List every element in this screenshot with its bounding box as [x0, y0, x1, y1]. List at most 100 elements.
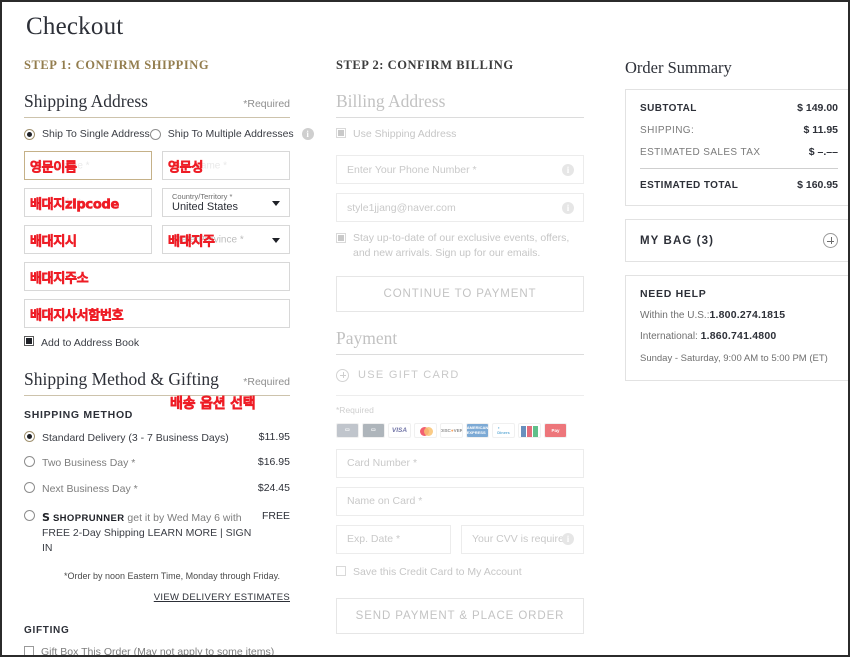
radio-ship-single[interactable]	[24, 128, 35, 140]
shipping-option-two-day[interactable]: Two Business Day * $16.95	[24, 456, 290, 471]
city-field[interactable]: City * 배대지시	[24, 225, 152, 254]
visa-icon: VISA	[388, 422, 411, 438]
state-select[interactable]: State/Province * 배대지주	[162, 225, 290, 254]
exp-date-field[interactable]: Exp. Date *	[336, 524, 451, 554]
country-value: United States	[172, 201, 239, 213]
shipping-method-annotation: 배송 옵션 선택	[170, 396, 256, 413]
zip-code-field[interactable]: Zip Code * 배대지zipcode	[24, 188, 152, 217]
phone-number-placeholder: Enter Your Phone Number *	[347, 163, 477, 176]
shipping-address-header: Shipping Address *Required	[24, 91, 290, 118]
chevron-down-icon	[272, 200, 280, 206]
first-name-field[interactable]: First Name * 영문이름	[24, 151, 152, 180]
need-help-intl-label: International:	[640, 331, 698, 342]
radio-next-business-day[interactable]	[24, 481, 35, 493]
checkbox-gift-box[interactable]	[24, 645, 34, 655]
shipping-option-standard[interactable]: Standard Delivery (3 - 7 Business Days) …	[24, 431, 290, 446]
shipping-option-two-day-label: Two Business Day *	[42, 457, 136, 470]
billing-column: STEP 2: CONFIRM BILLING Billing Address …	[336, 58, 584, 634]
first-name-annotation: 영문이름	[30, 160, 78, 176]
cvv-field[interactable]: Your CVV is required i	[461, 524, 584, 554]
subtotal-label: SUBTOTAL	[640, 103, 697, 114]
my-bag-label: MY BAG (3)	[640, 234, 715, 247]
country-select[interactable]: Country/Territory * United States	[162, 188, 290, 217]
gift-box-label: Gift Box This Order (May not apply to so…	[41, 645, 275, 657]
billing-address-title: Billing Address	[336, 91, 446, 111]
email-value: style1jjang@naver.com	[347, 201, 456, 214]
shipping-option-shoprunner[interactable]: S SHOPRUNNER get it by Wed May 6 with FRE…	[24, 509, 290, 557]
cvv-placeholder: Your CVV is required	[472, 533, 570, 546]
shipping-label: SHIPPING:	[640, 125, 695, 136]
email-field[interactable]: style1jjang@naver.com i	[336, 193, 584, 223]
info-icon-phone[interactable]: i	[562, 163, 574, 176]
total-label: ESTIMATED TOTAL	[640, 180, 739, 191]
expand-plus-icon[interactable]	[823, 233, 838, 248]
subtotal-value: $ 149.00	[797, 102, 838, 114]
shipping-option-two-day-price: $16.95	[257, 456, 290, 469]
last-name-field[interactable]: Last Name * 영문성	[162, 151, 290, 180]
step-2-heading: STEP 2: CONFIRM BILLING	[336, 58, 514, 72]
gifting-heading: GIFTING	[24, 624, 70, 636]
save-card-row[interactable]: Save this Credit Card to My Account	[336, 565, 584, 580]
name-on-card-field[interactable]: Name on Card *	[336, 486, 584, 516]
shoprunner-text: get it by Wed May 6 with	[127, 511, 242, 524]
need-help-panel: NEED HELP Within the U.S.:1.800.274.1815…	[625, 275, 848, 382]
radio-ship-multiple[interactable]	[149, 128, 161, 140]
newsletter-line-2: and new arrivals. Sign up for our emails…	[353, 247, 541, 260]
continue-to-payment-button[interactable]: CONTINUE TO PAYMENT	[336, 275, 584, 312]
city-annotation: 배대지시	[30, 234, 78, 250]
phone-number-field[interactable]: Enter Your Phone Number * i	[336, 155, 584, 185]
jcb-icon	[518, 422, 541, 438]
summary-divider	[640, 168, 838, 169]
summary-row-total: ESTIMATED TOTAL $ 160.95	[640, 179, 838, 191]
mastercard-icon	[414, 422, 437, 438]
amex-icon: AMERICAN EXPRESS	[466, 422, 489, 438]
radio-standard-delivery[interactable]	[24, 431, 35, 443]
shoprunner-price: FREE	[261, 509, 290, 522]
shipping-address-title: Shipping Address	[24, 91, 148, 111]
store-card-icon: ▭	[336, 422, 359, 438]
shipping-column: STEP 1: CONFIRM SHIPPING Shipping Addres…	[24, 58, 314, 657]
use-gift-card-row[interactable]: USE GIFT CARD	[336, 368, 584, 396]
checkbox-save-card[interactable]	[336, 565, 346, 576]
checkout-page: Checkout STEP 1: CONFIRM SHIPPING Shippi…	[0, 0, 850, 657]
card-number-placeholder: Card Number *	[347, 457, 418, 470]
radio-shoprunner[interactable]	[24, 509, 35, 521]
info-icon-email[interactable]: i	[562, 201, 574, 214]
need-help-us-label: Within the U.S.:	[640, 310, 710, 321]
shipping-method-header: Shipping Method & Gifting *Required	[24, 369, 290, 397]
use-shipping-address-label: Use Shipping Address	[353, 128, 457, 140]
total-value: $ 160.95	[797, 179, 838, 191]
newsletter-optin-row[interactable]: Stay up-to-date of our exclusive events,…	[336, 231, 584, 261]
checkout-columns: STEP 1: CONFIRM SHIPPING Shipping Addres…	[24, 58, 848, 657]
info-icon-cvv[interactable]: i	[562, 533, 574, 546]
checkbox-add-to-address-book[interactable]	[24, 336, 34, 346]
need-help-intl-phone[interactable]: 1.860.741.4800	[701, 330, 777, 342]
my-bag-panel[interactable]: MY BAG (3)	[625, 219, 848, 262]
gift-box-row[interactable]: Gift Box This Order (May not apply to so…	[24, 645, 290, 657]
radio-two-business-day[interactable]	[24, 456, 35, 468]
last-name-annotation: 영문성	[168, 160, 204, 176]
send-payment-button[interactable]: SEND PAYMENT & PLACE ORDER	[336, 597, 584, 634]
address-line1-field[interactable]: Address * 배대지주소	[24, 262, 290, 291]
use-gift-card-label: USE GIFT CARD	[358, 369, 460, 382]
checkbox-use-shipping-address[interactable]	[336, 128, 346, 138]
address-line2-field[interactable]: Apt / Suite 배대지사서함번호	[24, 299, 290, 328]
shipping-address-fields: First Name * 영문이름 Last Name * 영문성 Zip Co…	[24, 151, 290, 328]
shipping-option-next-day[interactable]: Next Business Day * $24.45	[24, 481, 290, 497]
accepted-card-icons: ▭ ▭ VISA DISC ● VER AMERICAN EXPRESS ◑ Diner…	[336, 422, 584, 438]
info-icon-ship-multiple[interactable]: i	[301, 128, 314, 140]
radio-ship-single-label: Ship To Single Address	[42, 128, 150, 140]
chevron-down-icon	[272, 237, 280, 243]
view-delivery-estimates-link[interactable]: VIEW DELIVERY ESTIMATES	[24, 592, 290, 603]
summary-row-tax: ESTIMATED SALES TAX $ –.––	[640, 146, 838, 158]
payment-header: Payment	[336, 328, 584, 355]
add-to-address-book-row[interactable]: Add to Address Book	[24, 336, 290, 351]
shipping-option-next-day-label: Next Business Day *	[42, 482, 138, 495]
shipping-method-required-note: *Required	[243, 376, 290, 389]
save-card-label: Save this Credit Card to My Account	[353, 565, 522, 578]
need-help-us-phone[interactable]: 1.800.274.1815	[709, 309, 785, 321]
add-to-address-book-label: Add to Address Book	[41, 337, 140, 349]
card-number-field[interactable]: Card Number *	[336, 448, 584, 478]
use-shipping-address-row[interactable]: Use Shipping Address	[336, 127, 584, 142]
checkbox-newsletter-optin[interactable]	[336, 233, 346, 244]
